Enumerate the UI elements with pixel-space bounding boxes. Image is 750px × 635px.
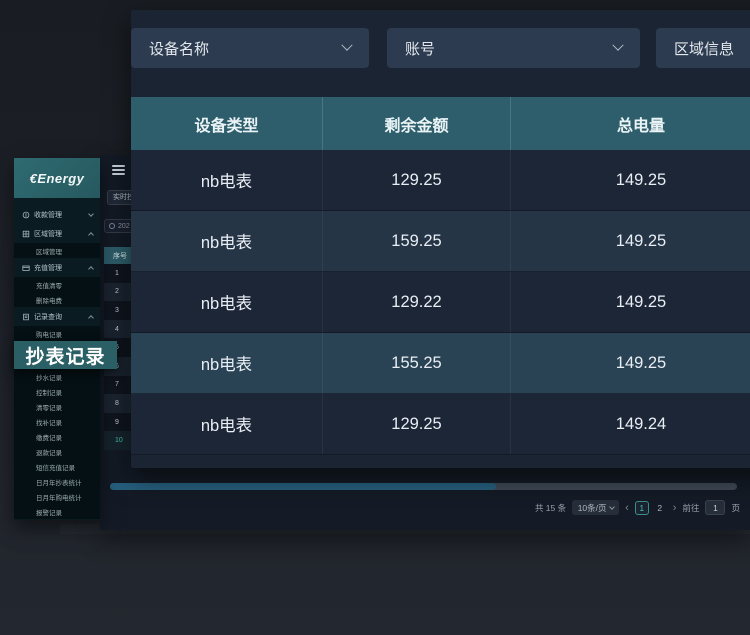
- sidebar-item[interactable]: 找补记录: [14, 414, 100, 429]
- chevron-left-icon[interactable]: ‹: [625, 501, 629, 515]
- sidebar-item[interactable]: 短信充值记录: [14, 459, 100, 474]
- cell-remaining-amount: 129.25: [322, 394, 510, 454]
- sidebar-group-label: 记录查询: [34, 312, 89, 322]
- sidebar-item[interactable]: 抄水记录: [14, 369, 100, 384]
- page-size-select[interactable]: 10条/页: [572, 500, 619, 515]
- cell-device-type: nb电表: [131, 333, 322, 393]
- sidebar-group-3[interactable]: 记录查询: [14, 307, 100, 326]
- sidebar-item[interactable]: 充值清零: [14, 277, 100, 292]
- sidebar-item-meter-reading-records-magnified[interactable]: 抄表记录: [14, 341, 117, 369]
- horizontal-scrollbar-track[interactable]: [110, 483, 737, 490]
- table-row[interactable]: nb电表155.25149.25: [131, 333, 750, 394]
- sidebar-item[interactable]: 报警记录: [14, 504, 100, 519]
- table-row[interactable]: nb电表129.25149.24: [131, 394, 750, 455]
- chevron-right-icon[interactable]: ›: [673, 501, 677, 515]
- filter-dropdown-3[interactable]: 区域信息: [656, 28, 750, 68]
- sidebar-item[interactable]: 日月年抄表统计: [14, 474, 100, 489]
- magnified-table-panel: 设备名称账号区域信息 设备类型剩余金额总电量 nb电表129.25149.25n…: [131, 10, 750, 468]
- table-body: nb电表129.25149.25nb电表159.25149.25nb电表129.…: [131, 150, 750, 455]
- filter-label: 账号: [405, 38, 435, 59]
- horizontal-scrollbar-thumb[interactable]: [110, 483, 496, 490]
- sidebar-group-label: 区域管理: [34, 229, 89, 239]
- page-size-value: 10条/页: [578, 502, 607, 514]
- pagination: 共 15 条 10条/页 ‹ 12 › 前往 1 页: [535, 500, 740, 515]
- sidebar-group-label: 收款管理: [34, 210, 89, 220]
- column-header: 剩余金额: [322, 97, 510, 150]
- page-number-2[interactable]: 2: [653, 501, 667, 515]
- pagination-total: 共 15 条: [535, 502, 566, 514]
- page-number-1[interactable]: 1: [635, 501, 649, 515]
- cell-total-energy: 149.25: [510, 150, 750, 210]
- sidebar-item[interactable]: 购电记录: [14, 326, 100, 341]
- coin-icon: [21, 210, 30, 219]
- cell-device-type: nb电表: [131, 150, 322, 210]
- chevron-down-icon: [88, 211, 94, 217]
- sidebar: €Energy 收款管理区域管理区域管理充值管理充值清零删除电费记录查询购电记录…: [14, 158, 100, 520]
- goto-page-input[interactable]: 1: [705, 500, 725, 515]
- table-row[interactable]: nb电表129.25149.25: [131, 150, 750, 211]
- table-row[interactable]: nb电表159.25149.25: [131, 211, 750, 272]
- goto-label: 前往: [682, 502, 699, 514]
- table-header-row: 设备类型剩余金额总电量: [131, 97, 750, 150]
- menu-icon[interactable]: [112, 165, 125, 175]
- cell-total-energy: 149.24: [510, 394, 750, 454]
- sidebar-item[interactable]: 清零记录: [14, 399, 100, 414]
- table-row[interactable]: nb电表129.22149.25: [131, 272, 750, 333]
- sidebar-group-1[interactable]: 区域管理: [14, 224, 100, 243]
- filter-dropdown-2[interactable]: 账号: [387, 28, 640, 68]
- chevron-down-icon: [612, 40, 623, 51]
- goto-suffix: 页: [731, 502, 740, 514]
- date-value: 202: [118, 223, 130, 230]
- sidebar-item[interactable]: 区域管理: [14, 243, 100, 258]
- cell-device-type: nb电表: [131, 394, 322, 454]
- filter-label: 区域信息: [674, 38, 734, 59]
- filter-dropdown-1[interactable]: 设备名称: [131, 28, 369, 68]
- clock-icon: [109, 223, 115, 229]
- region-icon: [21, 229, 30, 238]
- sidebar-item[interactable]: 退款记录: [14, 444, 100, 459]
- column-header: 总电量: [510, 97, 750, 150]
- chevron-down-icon: [341, 40, 352, 51]
- data-table: 设备类型剩余金额总电量 nb电表129.25149.25nb电表159.2514…: [131, 97, 750, 455]
- chevron-down-icon: [609, 504, 615, 510]
- sidebar-item[interactable]: 日月年购电统计: [14, 489, 100, 504]
- sidebar-submenu: 充值清零删除电费: [14, 277, 100, 307]
- cell-device-type: nb电表: [131, 272, 322, 332]
- cell-total-energy: 149.25: [510, 333, 750, 393]
- sidebar-group-2[interactable]: 充值管理: [14, 258, 100, 277]
- app-screenshot: 实时抄表 202 序号 12345678910 共 15 条 10条/页 ‹ 1…: [0, 0, 750, 635]
- cell-remaining-amount: 159.25: [322, 211, 510, 271]
- cell-device-type: nb电表: [131, 211, 322, 271]
- sidebar-group-0[interactable]: 收款管理: [14, 205, 100, 224]
- page-numbers: 12: [635, 501, 667, 515]
- app-logo: €Energy: [14, 158, 100, 198]
- cell-remaining-amount: 129.25: [322, 150, 510, 210]
- column-header: 设备类型: [131, 97, 322, 150]
- cell-remaining-amount: 155.25: [322, 333, 510, 393]
- cell-total-energy: 149.25: [510, 211, 750, 271]
- cell-remaining-amount: 129.22: [322, 272, 510, 332]
- sidebar-item[interactable]: 缴费记录: [14, 429, 100, 444]
- sidebar-item[interactable]: 控制记录: [14, 384, 100, 399]
- filter-bar: 设备名称 账号 区域信息: [131, 10, 750, 68]
- card-icon: [21, 263, 30, 272]
- filter-label: 设备名称: [149, 38, 209, 59]
- cell-total-energy: 149.25: [510, 272, 750, 332]
- chevron-up-icon: [88, 315, 94, 321]
- sidebar-submenu: 区域管理: [14, 243, 100, 258]
- chevron-up-icon: [88, 232, 94, 238]
- chevron-up-icon: [88, 266, 94, 272]
- doc-icon: [21, 312, 30, 321]
- sidebar-group-label: 充值管理: [34, 263, 89, 273]
- sidebar-item[interactable]: 删除电费: [14, 292, 100, 307]
